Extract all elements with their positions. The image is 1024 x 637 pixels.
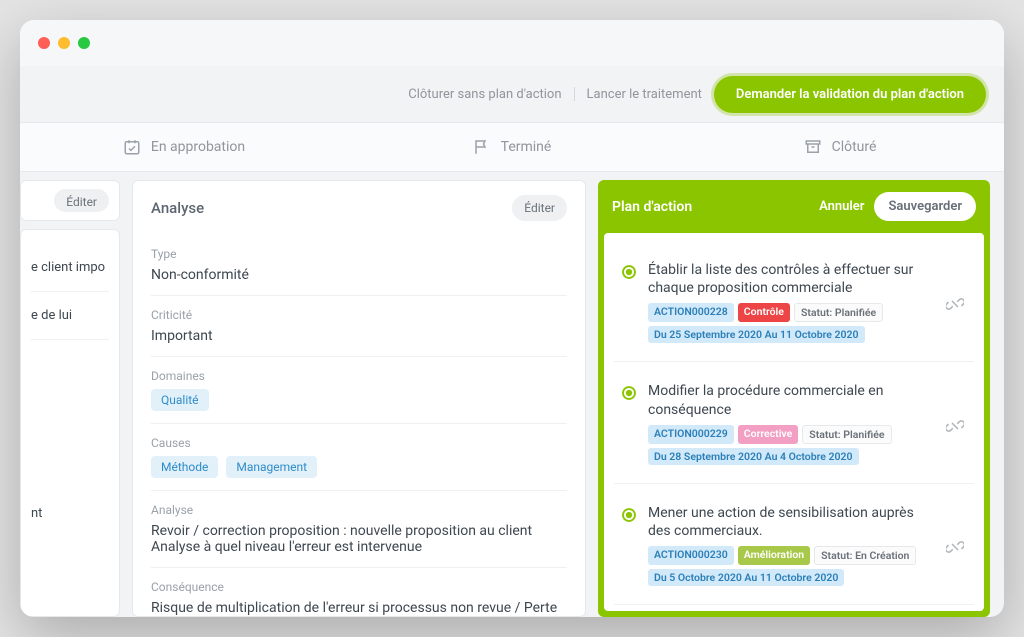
action-title: Modifier la procédure commerciale en con…: [648, 382, 932, 418]
target-icon: [620, 263, 638, 281]
divider: [574, 87, 575, 101]
unlink-icon: [946, 417, 964, 435]
action-dates-badge: Du 28 Septembre 2020 Au 4 Octobre 2020: [648, 448, 859, 465]
field-causes: Causes Méthode Management: [151, 424, 567, 491]
plan-title: Plan d'action: [612, 199, 692, 215]
field-value: Non-conformité: [151, 267, 567, 283]
cause-chips: Méthode Management: [151, 456, 567, 478]
field-value: Important: [151, 328, 567, 344]
close-dot[interactable]: [38, 37, 50, 49]
plan-header: Plan d'action Annuler Sauvegarder: [598, 180, 990, 233]
plan-body: Établir la liste des contrôles à effectu…: [604, 233, 984, 611]
action-type-badge: Contrôle: [738, 303, 790, 322]
field-analysis: Analyse Revoir / correction proposition …: [151, 491, 567, 568]
field-label: Domaines: [151, 369, 567, 383]
status-label: En approbation: [151, 139, 245, 155]
minimize-dot[interactable]: [58, 37, 70, 49]
edit-button[interactable]: Éditer: [512, 195, 567, 221]
field-value: Revoir / correction proposition : nouvel…: [151, 523, 567, 555]
action-type-badge: Amélioration: [738, 546, 810, 565]
archive-icon: [804, 138, 822, 156]
left-fragment: e de lui: [31, 292, 109, 340]
field-label: Conséquence: [151, 580, 567, 594]
field-label: Causes: [151, 436, 567, 450]
flag-icon: [473, 138, 491, 156]
field-label: Analyse: [151, 503, 567, 517]
action-status-badge: Statut: Planifiée: [794, 303, 883, 322]
status-step-closed[interactable]: Clôturé: [676, 138, 1004, 156]
start-processing-link[interactable]: Lancer le traitement: [587, 87, 702, 102]
field-consequence: Conséquence Risque de multiplication de …: [151, 568, 567, 617]
unlink-button[interactable]: [942, 413, 968, 439]
status-label: Terminé: [501, 139, 552, 155]
unlink-icon: [946, 295, 964, 313]
analysis-header: Analyse Éditer: [151, 195, 567, 221]
domain-chip[interactable]: Qualité: [151, 389, 209, 411]
left-column: Éditer e client impo e de lui nt: [20, 180, 120, 617]
save-button[interactable]: Sauvegarder: [874, 192, 976, 221]
action-dates-badge: Du 5 Octobre 2020 Au 11 Octobre 2020: [648, 569, 844, 586]
action-ref-badge: ACTION000230: [648, 546, 734, 565]
action-status-badge: Statut: En Création: [814, 546, 916, 565]
plan-header-actions: Annuler Sauvegarder: [819, 192, 976, 221]
edit-button[interactable]: Éditer: [54, 189, 109, 212]
unlink-button[interactable]: [942, 534, 968, 560]
action-status-badge: Statut: Planifiée: [802, 425, 891, 444]
field-label: Type: [151, 247, 567, 261]
analysis-card: Analyse Éditer Type Non-conformité Criti…: [132, 180, 586, 617]
cancel-button[interactable]: Annuler: [819, 199, 864, 214]
field-label: Criticité: [151, 308, 567, 322]
plan-column: Plan d'action Annuler Sauvegarder Établi…: [598, 180, 1004, 617]
action-main: Mener une action de sensibilisation aupr…: [648, 504, 932, 590]
status-label: Clôturé: [832, 139, 877, 155]
cause-chip[interactable]: Méthode: [151, 456, 218, 478]
action-ref-badge: ACTION000228: [648, 303, 734, 322]
unlink-button[interactable]: [942, 291, 968, 317]
analysis-title: Analyse: [151, 199, 204, 217]
titlebar: [20, 20, 1004, 66]
field-domains: Domaines Qualité: [151, 357, 567, 424]
left-fragment: e client impo: [31, 244, 109, 292]
left-card-header: Éditer: [20, 180, 120, 221]
unlink-icon: [946, 538, 964, 556]
left-fragment: nt: [31, 490, 109, 537]
status-steps: En approbation Terminé Clôturé: [20, 122, 1004, 172]
action-type-badge: Corrective: [738, 425, 799, 444]
maximize-dot[interactable]: [78, 37, 90, 49]
status-step-done[interactable]: Terminé: [348, 138, 676, 156]
topbar: Clôturer sans plan d'action Lancer le tr…: [20, 66, 1004, 122]
window-controls: [38, 37, 90, 49]
field-type: Type Non-conformité: [151, 235, 567, 296]
domain-chips: Qualité: [151, 389, 567, 411]
close-without-plan-link[interactable]: Clôturer sans plan d'action: [408, 87, 561, 102]
cause-chip[interactable]: Management: [226, 456, 317, 478]
action-main: Établir la liste des contrôles à effectu…: [648, 261, 932, 347]
request-validation-button[interactable]: Demander la validation du plan d'action: [714, 76, 986, 113]
left-card-body: e client impo e de lui nt: [20, 229, 120, 617]
action-item[interactable]: Mener une action de sensibilisation aupr…: [614, 494, 974, 605]
action-title: Mener une action de sensibilisation aupr…: [648, 504, 932, 540]
action-dates-badge: Du 25 Septembre 2020 Au 11 Octobre 2020: [648, 326, 865, 343]
content: Éditer e client impo e de lui nt Analyse…: [20, 172, 1004, 617]
action-item[interactable]: Établir la liste des contrôles à effectu…: [614, 251, 974, 362]
field-criticality: Criticité Important: [151, 296, 567, 357]
target-icon: [620, 384, 638, 402]
status-step-approval[interactable]: En approbation: [20, 138, 348, 156]
app-window: Clôturer sans plan d'action Lancer le tr…: [20, 20, 1004, 617]
field-value: Risque de multiplication de l'erreur si …: [151, 600, 567, 617]
calendar-check-icon: [123, 138, 141, 156]
action-title: Établir la liste des contrôles à effectu…: [648, 261, 932, 297]
target-icon: [620, 506, 638, 524]
action-item[interactable]: Modifier la procédure commerciale en con…: [614, 372, 974, 483]
plan-card: Plan d'action Annuler Sauvegarder Établi…: [598, 180, 990, 617]
action-main: Modifier la procédure commerciale en con…: [648, 382, 932, 468]
action-ref-badge: ACTION000229: [648, 425, 734, 444]
